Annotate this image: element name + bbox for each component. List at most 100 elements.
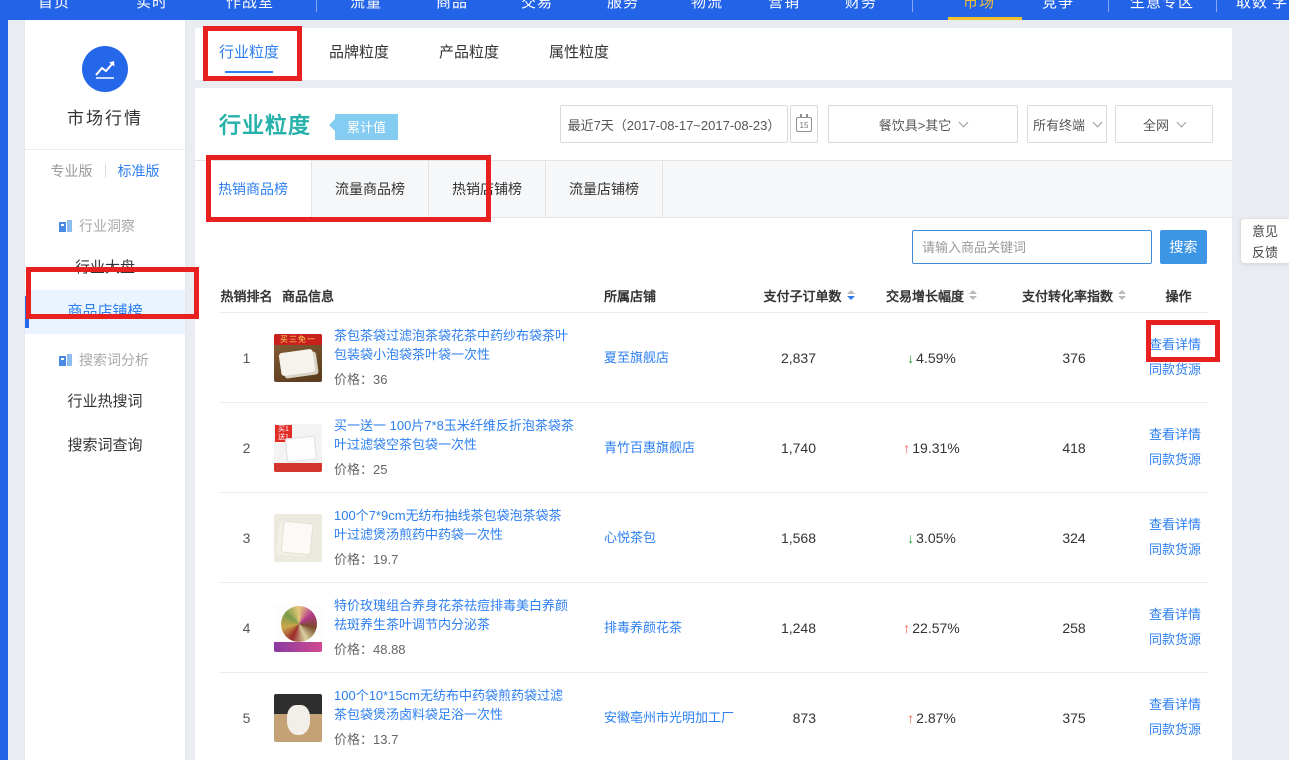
tab-industry-granularity[interactable]: 行业粒度 <box>219 28 279 80</box>
growth-value: 2.87% <box>916 710 956 726</box>
terminal-dropdown[interactable]: 所有终端 <box>1027 105 1107 143</box>
table-row: 3 100个7*9cm无纺布抽线茶包袋泡茶袋茶叶过滤煲汤煎药中药袋一次性 价格：… <box>219 492 1208 582</box>
product-title-link[interactable]: 茶包茶袋过滤泡茶袋花茶中药纱布袋茶叶包装袋小泡袋茶叶袋一次性 <box>334 327 574 365</box>
nav-item-market[interactable]: 市场 <box>963 0 995 12</box>
feedback-tab[interactable]: 意见 反馈 <box>1240 218 1289 264</box>
header-rank: 热销排名 <box>219 286 274 305</box>
version-tab-pro[interactable]: 专业版 <box>39 161 105 181</box>
building-icon <box>59 354 72 366</box>
view-details-link[interactable]: 查看详情 <box>1149 693 1208 718</box>
building-icon <box>59 220 72 232</box>
shop-link[interactable]: 安徽亳州市光明加工厂 <box>604 708 754 728</box>
product-image[interactable]: 买三免一 <box>274 334 322 382</box>
nav-separator <box>912 0 913 12</box>
nav-item-marketing[interactable]: 营销 <box>768 0 800 12</box>
growth-value: 3.05% <box>916 530 956 546</box>
screen: 首页 实时 作战室 流量 商品 交易 服务 物流 营销 财务 市场 竞争 生意专… <box>0 0 1289 760</box>
tab-brand-granularity[interactable]: 品牌粒度 <box>329 28 389 80</box>
shop-link[interactable]: 青竹百惠旗舰店 <box>604 438 754 458</box>
shop-link[interactable]: 心悦茶包 <box>604 528 754 548</box>
menu-group-label: 搜索词分析 <box>79 350 149 370</box>
nav-item-realtime[interactable]: 实时 <box>136 0 168 12</box>
table-header-row: 热销排名 商品信息 所属店铺 支付子订单数 交易增长幅度 支付转化率指数 操作 <box>219 278 1208 312</box>
table-row: 2 买1送1 买一送一 100片7*8玉米纤维反折泡茶袋茶叶过滤袋空茶包袋一次性… <box>219 402 1208 492</box>
teabag-shape <box>279 348 316 376</box>
growth-value: 19.31% <box>912 440 959 456</box>
growth-up-icon: ↑ <box>903 620 910 636</box>
same-item-source-link[interactable]: 同款货源 <box>1149 628 1208 653</box>
growth-down-icon: ↓ <box>907 350 914 366</box>
left-blue-rail <box>0 20 8 760</box>
tab-traffic-product-rank[interactable]: 流量商品榜 <box>312 161 429 217</box>
header-conversion-index[interactable]: 支付转化率指数 <box>999 286 1149 305</box>
shop-link[interactable]: 排毒养颜花茶 <box>604 618 754 638</box>
nav-item-product[interactable]: 商品 <box>436 0 468 12</box>
same-item-source-link[interactable]: 同款货源 <box>1149 718 1208 743</box>
sidebar: 市场行情 专业版 标准版 行业洞察 行业大盘 商品店铺榜 <box>25 20 185 760</box>
product-image[interactable] <box>274 514 322 562</box>
tab-hot-shop-rank[interactable]: 热销店铺榜 <box>429 161 546 217</box>
paid-suborders-value: 1,740 <box>754 440 864 456</box>
search-row: 搜索 <box>195 218 1232 278</box>
same-item-source-link[interactable]: 同款货源 <box>1149 448 1208 473</box>
header-paid-suborders[interactable]: 支付子订单数 <box>754 286 864 305</box>
network-dropdown[interactable]: 全网 <box>1115 105 1213 143</box>
nav-active-underline <box>948 17 1022 20</box>
nav-item-logistics[interactable]: 物流 <box>691 0 723 12</box>
tab-hot-product-rank[interactable]: 热销商品榜 <box>195 161 312 219</box>
nav-item-traffic[interactable]: 流量 <box>350 0 382 12</box>
same-item-source-link[interactable]: 同款货源 <box>1149 538 1208 563</box>
nav-item-home[interactable]: 首页 <box>38 0 70 12</box>
view-details-link[interactable]: 查看详情 <box>1149 513 1208 538</box>
menu-group-label: 行业洞察 <box>79 216 135 236</box>
sort-icon[interactable] <box>1118 290 1126 300</box>
search-button[interactable]: 搜索 <box>1160 230 1207 264</box>
product-image[interactable]: 买1送1 <box>274 424 322 472</box>
nav-separator <box>316 0 317 12</box>
sidebar-item-search-word-query[interactable]: 搜索词查询 <box>25 424 185 468</box>
header-trade-growth[interactable]: 交易增长幅度 <box>864 286 999 305</box>
product-title-link[interactable]: 100个7*9cm无纺布抽线茶包袋泡茶袋茶叶过滤煲汤煎药中药袋一次性 <box>334 507 574 545</box>
rank-number: 2 <box>219 440 274 456</box>
rank-number: 4 <box>219 620 274 636</box>
product-title-link[interactable]: 特价玫瑰组合养身花茶祛痘排毒美白养颜祛斑养生茶叶调节内分泌茶 <box>334 597 574 635</box>
rank-number: 1 <box>219 350 274 366</box>
tab-product-granularity[interactable]: 产品粒度 <box>439 28 499 80</box>
product-title-link[interactable]: 买一送一 100片7*8玉米纤维反折泡茶袋茶叶过滤袋空茶包袋一次性 <box>334 417 574 455</box>
tab-traffic-shop-rank[interactable]: 流量店铺榜 <box>546 161 663 217</box>
paid-suborders-value: 1,568 <box>754 530 864 546</box>
shop-link[interactable]: 夏至旗舰店 <box>604 348 754 368</box>
nav-item-service[interactable]: 服务 <box>607 0 639 12</box>
product-image[interactable] <box>274 604 322 652</box>
nav-item-competition[interactable]: 竞争 <box>1042 0 1074 12</box>
conversion-index-value: 375 <box>999 710 1149 726</box>
nav-item-finance[interactable]: 财务 <box>845 0 877 12</box>
view-details-link[interactable]: 查看详情 <box>1149 333 1208 358</box>
sidebar-item-product-shop-rank[interactable]: 商品店铺榜 <box>25 290 185 334</box>
category-dropdown[interactable]: 餐饮具>其它 <box>828 105 1018 143</box>
sidebar-item-industry-dashboard[interactable]: 行业大盘 <box>25 246 185 290</box>
nav-item-trade[interactable]: 交易 <box>521 0 553 12</box>
table-row: 5 100个10*15cm无纺布中药袋煎药袋过滤茶包袋煲汤卤料袋足浴一次性 价格… <box>219 672 1208 760</box>
nav-item-biz-zone[interactable]: 生意专区 <box>1130 0 1194 12</box>
app-title: 市场行情 <box>25 104 185 129</box>
growth-down-icon: ↓ <box>907 530 914 546</box>
version-tab-standard[interactable]: 标准版 <box>106 161 172 181</box>
calendar-button[interactable]: 15 <box>790 105 818 143</box>
view-details-link[interactable]: 查看详情 <box>1149 423 1208 448</box>
nav-separator <box>1216 0 1217 12</box>
sort-icon[interactable] <box>969 290 977 300</box>
product-title-link[interactable]: 100个10*15cm无纺布中药袋煎药袋过滤茶包袋煲汤卤料袋足浴一次性 <box>334 687 574 725</box>
product-image[interactable] <box>274 694 322 742</box>
conversion-index-value: 376 <box>999 350 1149 366</box>
view-details-link[interactable]: 查看详情 <box>1149 603 1208 628</box>
same-item-source-link[interactable]: 同款货源 <box>1149 358 1208 383</box>
nav-item-data-fetch[interactable]: 取数 <box>1236 0 1268 12</box>
date-range-selector[interactable]: 最近7天（2017-08-17~2017-08-23） <box>560 105 788 143</box>
tab-attribute-granularity[interactable]: 属性粒度 <box>549 28 609 80</box>
search-input[interactable] <box>912 230 1152 264</box>
nav-item-academy[interactable]: 学院 <box>1272 0 1289 12</box>
sort-icon[interactable] <box>847 290 855 300</box>
sidebar-item-industry-hot-words[interactable]: 行业热搜词 <box>25 380 185 424</box>
nav-item-warroom[interactable]: 作战室 <box>226 0 274 12</box>
